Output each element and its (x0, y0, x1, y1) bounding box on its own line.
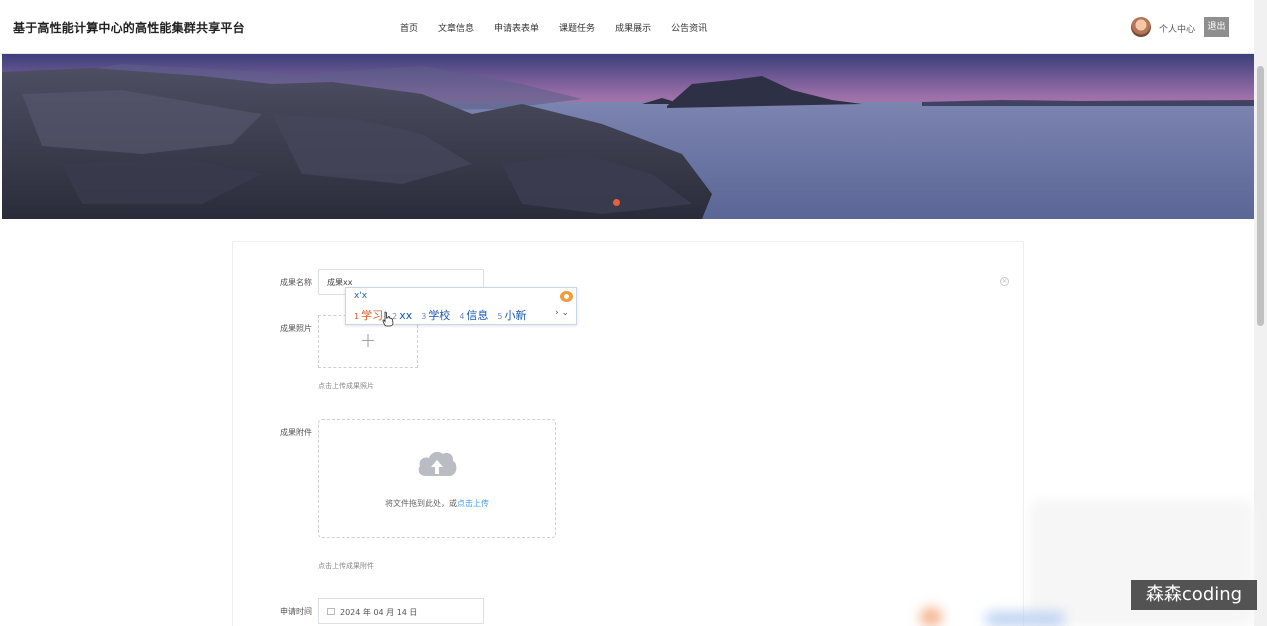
ime-candidate[interactable]: 2 xx (392, 309, 412, 322)
ime-candidate[interactable]: 4 信息 (459, 307, 488, 323)
scrollbar-thumb[interactable] (1257, 66, 1264, 326)
apply-time-label: 申请时间 (280, 607, 312, 616)
carousel-indicator-dot[interactable] (613, 199, 620, 206)
cloud-upload-icon (418, 451, 457, 476)
dropzone-instruction: 将文件拖到此处，或 (385, 499, 457, 508)
dropzone-text: 将文件拖到此处，或点击上传 (319, 498, 555, 509)
nav-item-application-form[interactable]: 申请表表单 (484, 21, 549, 34)
avatar[interactable] (1131, 17, 1151, 37)
nav-item-articles[interactable]: 文章信息 (428, 21, 484, 34)
photo-upload-hint: 点击上传成果照片 (318, 382, 374, 390)
result-photo-label: 成果照片 (280, 324, 312, 333)
banner-image (2, 54, 1254, 219)
nav-item-results[interactable]: 成果展示 (605, 21, 661, 34)
ime-candidate[interactable]: 5 小新 (497, 307, 526, 323)
attachment-upload-hint: 点击上传成果附件 (318, 562, 374, 570)
nav-item-announcements[interactable]: 公告资讯 (661, 21, 717, 34)
click-upload-link[interactable]: 点击上传 (457, 499, 489, 508)
ime-page-arrows[interactable]: › ⌄ (555, 308, 569, 318)
result-name-label: 成果名称 (280, 278, 312, 287)
calendar-icon (327, 608, 335, 615)
attachment-dropzone[interactable]: 将文件拖到此处，或点击上传 (318, 419, 556, 538)
plus-icon: + (359, 328, 377, 352)
logout-button[interactable]: 退出 (1204, 17, 1229, 37)
ime-candidates: 1 学习 2 xx 3 学校 4 信息 5 小新 (354, 307, 527, 323)
blurred-overlay-bar (985, 612, 1065, 626)
ime-composition: x'x (354, 291, 368, 301)
ime-logo-icon[interactable] (560, 291, 573, 302)
result-attachment-label: 成果附件 (280, 428, 312, 437)
watermark: 森森coding (1131, 580, 1257, 610)
banner-carousel (2, 54, 1254, 219)
nav-item-home[interactable]: 首页 (400, 21, 428, 34)
ime-candidate[interactable]: 3 学校 (421, 307, 450, 323)
page-scrollbar[interactable] (1254, 0, 1267, 626)
hand-cursor-icon (382, 311, 394, 327)
user-center-link[interactable]: 个人中心 (1159, 22, 1195, 35)
main-nav: 首页 文章信息 申请表表单 课题任务 成果展示 公告资讯 (400, 21, 717, 34)
ime-candidate-window: x'x 1 学习 2 xx 3 学校 4 信息 5 小新 › ⌄ (345, 287, 577, 325)
top-navbar: 基于高性能计算中心的高性能集群共享平台 首页 文章信息 申请表表单 课题任务 成… (0, 0, 1254, 54)
nav-item-tasks[interactable]: 课题任务 (549, 21, 605, 34)
clear-icon[interactable]: × (1000, 277, 1009, 286)
apply-time-value: 2024 年 04 月 14 日 (340, 608, 418, 617)
ime-candidate[interactable]: 1 学习 (354, 307, 383, 323)
apply-time-date-picker[interactable]: 2024 年 04 月 14 日 (318, 598, 484, 624)
page: 基于高性能计算中心的高性能集群共享平台 首页 文章信息 申请表表单 课题任务 成… (0, 0, 1267, 626)
site-title: 基于高性能计算中心的高性能集群共享平台 (13, 21, 245, 35)
blurred-overlay-spot (920, 608, 942, 626)
